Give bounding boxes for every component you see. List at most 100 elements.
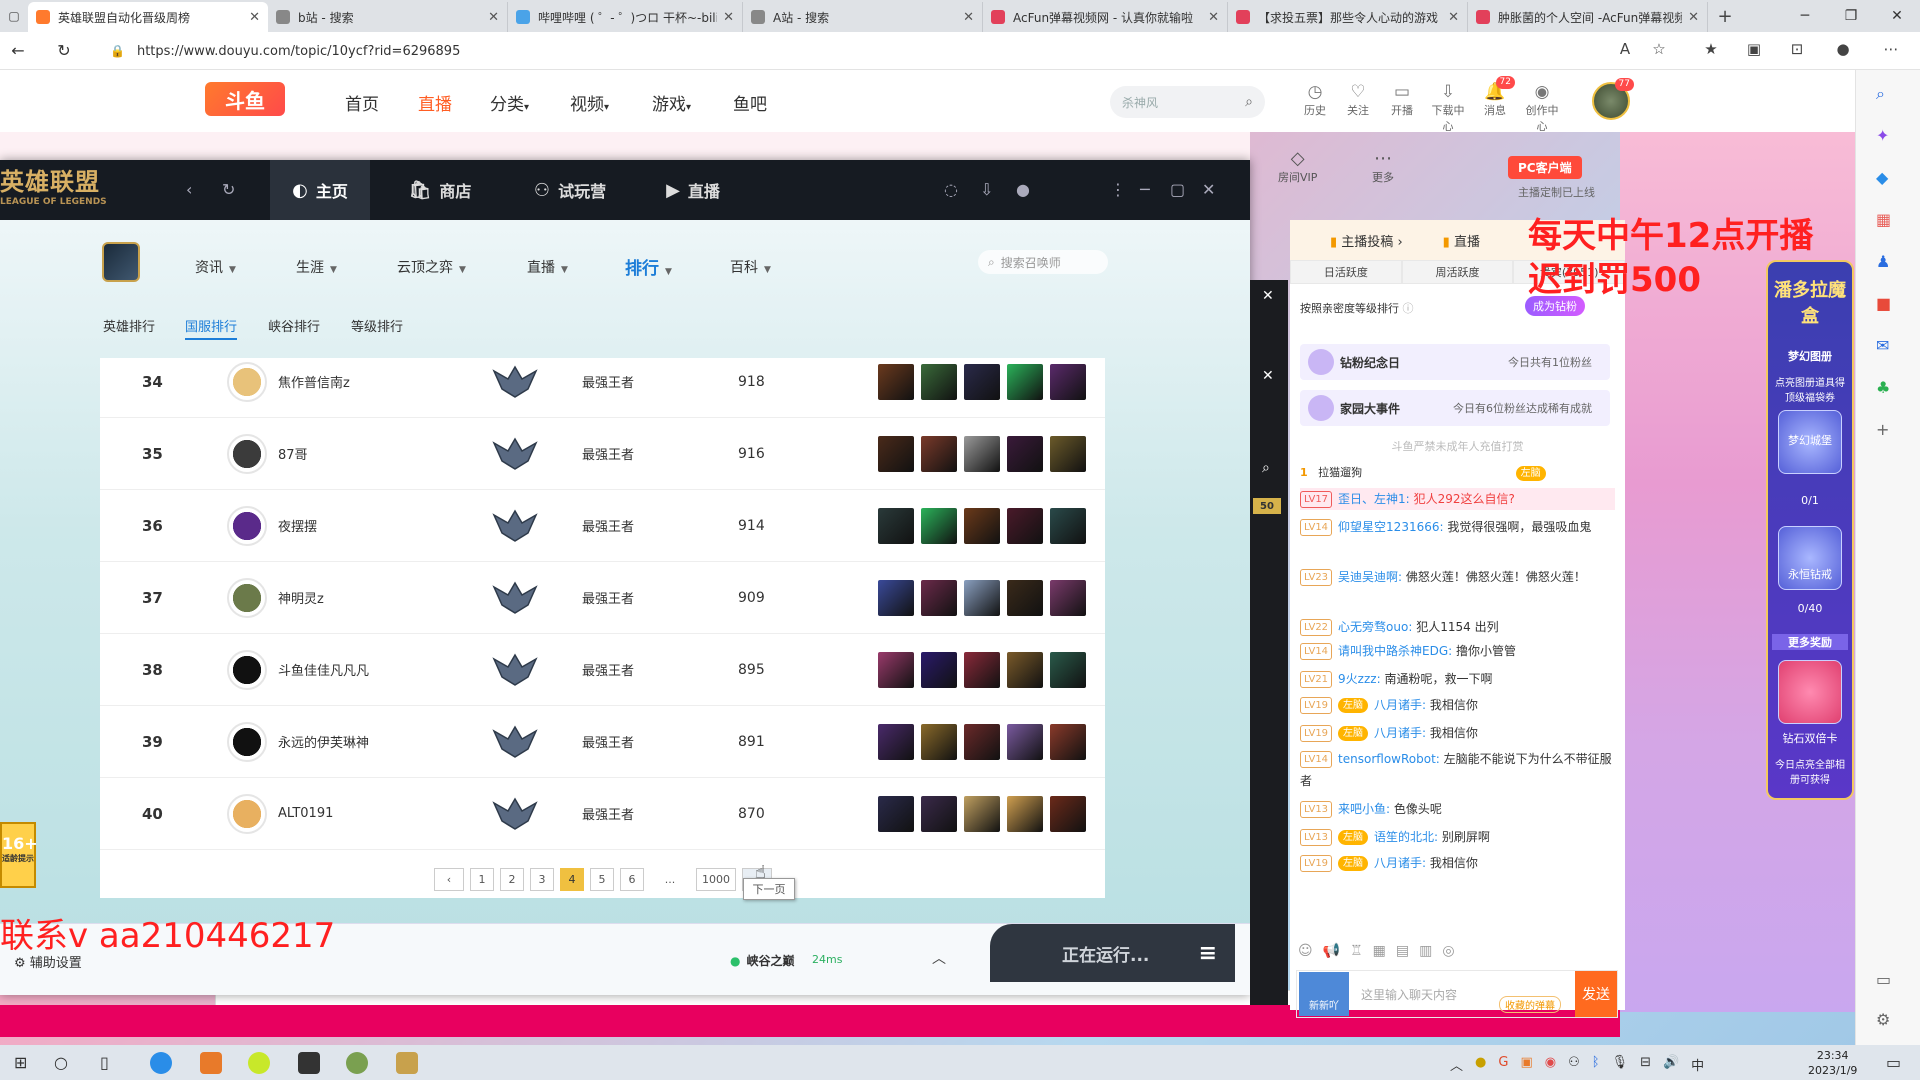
tab-live[interactable]: ▮ 直播 — [1443, 231, 1480, 250]
close-tab-icon[interactable]: ✕ — [249, 10, 260, 25]
chat-tool-icon[interactable]: ◎ — [1442, 943, 1454, 959]
chat-message[interactable]: LV19 左脑 八月诸手: 我相信你 — [1300, 722, 1615, 744]
ranking-row[interactable]: 36 夜摆摆 最强王者 914 — [100, 490, 1105, 562]
player-name[interactable]: 永远的伊芙琳神 — [278, 732, 369, 751]
ranking-row[interactable]: 34 焦作普信南z 最强王者 918 — [100, 346, 1105, 418]
chat-bubble-icon[interactable]: ◌ — [944, 180, 958, 199]
app-icon[interactable] — [346, 1052, 368, 1074]
lol-sub-nav-item[interactable]: 生涯 ▼ — [296, 257, 337, 277]
chat-tool-icon[interactable]: ♖ — [1350, 943, 1363, 959]
champion-portrait[interactable] — [1050, 507, 1086, 544]
new-tab-button[interactable]: + — [1708, 2, 1742, 32]
search-icon[interactable]: ⌕ — [1876, 84, 1885, 104]
chat-message[interactable]: LV19 左脑 八月诸手: 我相信你 — [1300, 694, 1615, 716]
ranking-row[interactable]: 40 ALT0191 最强王者 870 — [100, 778, 1105, 850]
champion-portrait[interactable] — [1050, 363, 1086, 400]
chat-event-card[interactable]: 钻粉纪念日 今日共有1位粉丝 — [1300, 344, 1610, 380]
ranking-row[interactable]: 39 永远的伊芙琳神 最强王者 891 — [100, 706, 1105, 778]
ranking-row[interactable]: 37 神明灵z 最强王者 909 — [100, 562, 1105, 634]
back-icon[interactable]: ← — [2, 41, 34, 60]
edge-browser-icon[interactable] — [150, 1052, 172, 1074]
new-badge[interactable]: 新新吖 — [1299, 972, 1349, 1016]
champion-portrait[interactable] — [964, 723, 1000, 760]
douyu-nav-item[interactable]: 游戏▾ — [652, 90, 691, 115]
chat-username[interactable]: 八月诸手: — [1374, 698, 1426, 712]
profile-icon[interactable]: ● — [1832, 40, 1854, 58]
app-icon[interactable] — [200, 1052, 222, 1074]
champion-portrait[interactable] — [878, 507, 914, 544]
rank-type-tab[interactable]: 周活跃度 — [1401, 260, 1514, 284]
tray-app-icon[interactable]: ⚇ — [1568, 1055, 1580, 1074]
page-button[interactable]: 1000 — [696, 868, 736, 891]
lol-top-nav-item[interactable]: ⚇ 试玩营 — [505, 160, 635, 220]
tray-app-icon[interactable]: ◉ — [1545, 1055, 1556, 1074]
chat-username[interactable]: 来吧小鱼: — [1338, 802, 1390, 816]
copilot-icon[interactable]: ✦ — [1876, 126, 1889, 145]
close-tab-icon[interactable]: ✕ — [1448, 10, 1459, 25]
champion-portrait[interactable] — [1007, 795, 1043, 832]
back-icon[interactable]: ‹ — [186, 180, 192, 199]
page-button[interactable]: 1 — [470, 868, 494, 891]
more-button[interactable]: ⋯ 更多 — [1372, 148, 1394, 185]
maximize-icon[interactable]: ▢ — [1170, 180, 1185, 199]
champion-portrait[interactable] — [1050, 435, 1086, 472]
restore-window-icon[interactable]: ❐ — [1828, 0, 1874, 32]
menu-icon[interactable]: ≡ — [1199, 941, 1217, 966]
browser-tab[interactable]: AcFun弹幕视频网 - 认真你就输啦 ✕ — [983, 2, 1228, 32]
player-name[interactable]: 斗鱼佳佳凡凡凡 — [278, 660, 369, 679]
page-button[interactable]: 6 — [620, 868, 644, 891]
chat-tool-icon[interactable]: ▦ — [1373, 943, 1386, 959]
chevron-up-icon[interactable]: ︿ — [1450, 1055, 1463, 1074]
player-name[interactable]: ALT0191 — [278, 806, 333, 821]
chat-message[interactable]: LV13 来吧小鱼: 色像头呢 — [1300, 798, 1615, 820]
ime-indicator[interactable]: 中 — [1691, 1055, 1704, 1074]
chat-message[interactable]: LV17 歪日、左神1: 犯人292这么自信? — [1300, 488, 1615, 510]
chat-username[interactable]: tensorflowRobot: — [1338, 752, 1440, 766]
read-aloud-icon[interactable]: A — [1614, 40, 1636, 58]
chat-message[interactable]: LV22 心无旁骛ouo: 犯人1154 出列 — [1300, 616, 1615, 638]
chat-message[interactable]: LV23 吴迪吴迪啊: 佛怒火莲！佛怒火莲！佛怒火莲！ — [1300, 566, 1615, 588]
chat-message[interactable]: LV14 tensorflowRobot: 左脑能不能说下为什么不带征服者 — [1300, 748, 1615, 792]
page-button[interactable]: 4 — [560, 868, 584, 891]
ranking-row[interactable]: 35 87哥 最强王者 916 — [100, 418, 1105, 490]
more-vertical-icon[interactable]: ⋮ — [1110, 180, 1126, 199]
close-icon[interactable]: ✕ — [1262, 288, 1274, 304]
close-tab-icon[interactable]: ✕ — [723, 10, 734, 25]
url-field[interactable]: 🔒 https://www.douyu.com/topic/10ycf?rid=… — [110, 38, 1590, 64]
refresh-icon[interactable]: ↻ — [48, 41, 80, 60]
close-tab-icon[interactable]: ✕ — [963, 10, 974, 25]
tray-app-icon[interactable]: ● — [1475, 1055, 1486, 1074]
double-card-icon[interactable] — [1778, 660, 1842, 724]
rank-tab[interactable]: 等级排行 — [351, 316, 403, 335]
chat-message[interactable]: LV14 请叫我中路杀神EDG: 撸你小管管 — [1300, 640, 1615, 662]
champion-portrait[interactable] — [878, 723, 914, 760]
task-view-icon[interactable]: ▯ — [100, 1053, 109, 1072]
tab-actions-icon[interactable]: ▢ — [0, 0, 28, 32]
app-icon[interactable] — [248, 1052, 270, 1074]
favorite-add-icon[interactable]: ☆ — [1648, 40, 1670, 58]
champion-portrait[interactable] — [964, 363, 1000, 400]
prev-page-button[interactable]: ‹ — [434, 868, 464, 891]
champion-portrait[interactable] — [1007, 723, 1043, 760]
collections-icon[interactable]: ▣ — [1743, 40, 1765, 58]
chat-username[interactable]: 歪日、左神1: — [1338, 492, 1410, 506]
champion-portrait[interactable] — [921, 435, 957, 472]
chat-username[interactable]: 语笙的北北: — [1374, 830, 1438, 844]
douyu-nav-item[interactable]: 分类▾ — [490, 90, 529, 115]
douyu-nav-item[interactable]: 视频▾ — [570, 90, 609, 115]
champion-portrait[interactable] — [964, 507, 1000, 544]
player-name[interactable]: 焦作普信南z — [278, 372, 350, 391]
chat-username[interactable]: 吴迪吴迪啊: — [1338, 570, 1402, 584]
header-icon-button[interactable]: ⇩ 下载中心 — [1428, 82, 1468, 134]
avatar-icon[interactable]: ● — [1016, 180, 1030, 199]
player-name[interactable]: 87哥 — [278, 444, 308, 463]
close-tab-icon[interactable]: ✕ — [1688, 10, 1699, 25]
browser-tab[interactable]: b站 - 搜索 ✕ — [268, 2, 508, 32]
ranking-row[interactable]: 38 斗鱼佳佳凡凡凡 最强王者 895 — [100, 634, 1105, 706]
browser-tab[interactable]: 肿胀菌的个人空间 -AcFun弹幕视频网 ✕ — [1468, 2, 1708, 32]
lol-sub-nav-item[interactable]: 排行 ▼ — [625, 254, 672, 279]
tab-anchor-contribute[interactable]: ▮ 主播投稿 › — [1330, 231, 1403, 250]
chat-message[interactable]: LV21 9火zzz: 南通粉呢，救一下啊 — [1300, 668, 1615, 690]
lol-sub-nav-item[interactable]: 百科 ▼ — [730, 257, 771, 277]
chat-username[interactable]: 9火zzz: — [1338, 672, 1381, 686]
